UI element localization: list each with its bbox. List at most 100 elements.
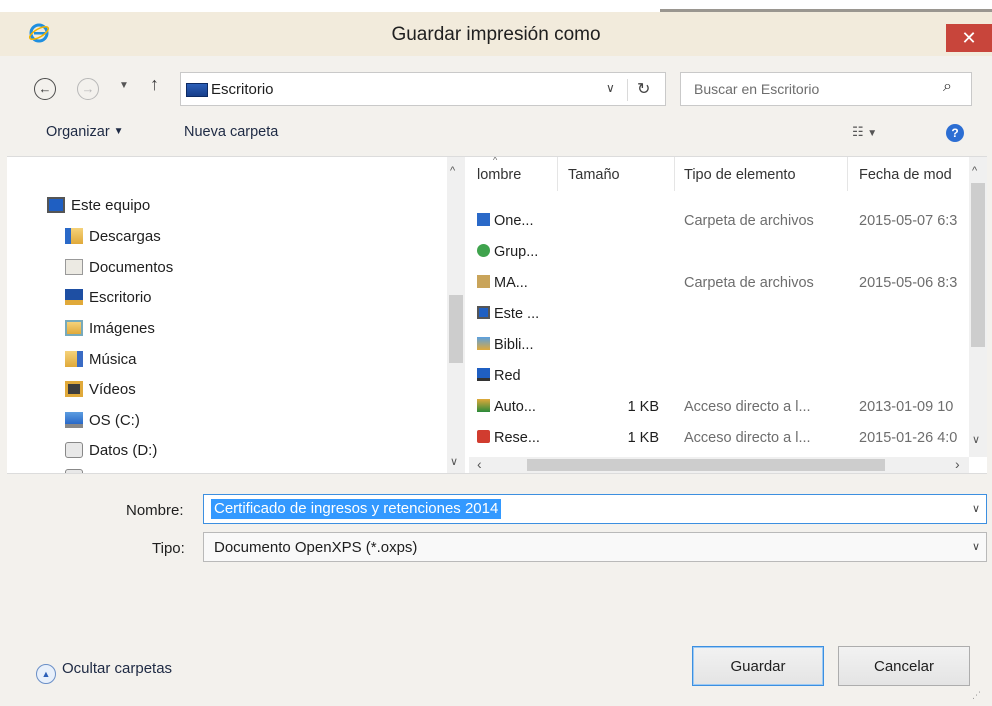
- network-icon: [477, 368, 490, 381]
- tree-item-documentos[interactable]: Documentos: [65, 255, 173, 281]
- file-name-field[interactable]: Certificado de ingresos y retenciones 20…: [203, 494, 987, 524]
- address-bar[interactable]: Escritorio ∨ ↻: [180, 72, 666, 106]
- list-item[interactable]: Bibli...: [469, 331, 969, 362]
- file-type-chevron-down-icon[interactable]: ∨: [972, 540, 980, 553]
- save-button[interactable]: Guardar: [692, 646, 824, 686]
- file-type-select[interactable]: Documento OpenXPS (*.oxps) ∨: [203, 532, 987, 562]
- desktop-location-icon: [186, 83, 208, 97]
- tree-item-datos-d[interactable]: Datos (D:): [65, 438, 157, 464]
- recent-locations-chevron-icon[interactable]: ▼: [119, 80, 129, 91]
- tree-item-imagenes[interactable]: Imágenes: [65, 316, 155, 342]
- column-header-date[interactable]: Fecha de mod: [859, 167, 952, 183]
- file-name: Auto...: [494, 399, 536, 415]
- hide-folders-button[interactable]: ▲ Ocultar carpetas: [36, 660, 172, 684]
- address-separator: [627, 79, 628, 101]
- downloads-folder-icon: [65, 228, 83, 244]
- title-bar[interactable]: Guardar impresión como ✕: [0, 12, 992, 56]
- scroll-right-arrow-icon[interactable]: ›: [955, 456, 960, 472]
- homegroup-icon: [477, 244, 490, 257]
- libraries-icon: [477, 337, 490, 350]
- list-item[interactable]: One... Carpeta de archivos 2015-05-07 6:3: [469, 207, 969, 238]
- column-separator[interactable]: [847, 157, 848, 191]
- save-dialog: Guardar impresión como ✕ ← → ▼ ↑ Escrito…: [0, 0, 992, 706]
- chevron-up-circle-icon: ▲: [36, 664, 56, 684]
- drive-icon: [65, 442, 83, 458]
- organize-button[interactable]: Organizar ▼: [46, 124, 124, 140]
- file-type: Acceso directo a l...: [684, 399, 811, 415]
- type-label: Tipo:: [152, 540, 185, 557]
- tree-item-musica[interactable]: Música: [65, 347, 137, 373]
- column-separator[interactable]: [557, 157, 558, 191]
- list-item[interactable]: Rese... 1 KB Acceso directo a l... 2015-01-…: [469, 424, 969, 455]
- list-item[interactable]: Red: [469, 362, 969, 393]
- scroll-left-arrow-icon[interactable]: ‹: [477, 456, 482, 472]
- tree-item-label: Escritorio: [89, 289, 152, 306]
- file-list: ^ lombre Tamaño Tipo de elemento Fecha d…: [469, 157, 969, 457]
- close-button[interactable]: ✕: [946, 24, 992, 52]
- documents-folder-icon: [65, 259, 83, 275]
- scroll-up-arrow-icon[interactable]: ^: [972, 165, 977, 177]
- up-arrow-icon[interactable]: ↑: [150, 74, 159, 95]
- view-chevron-icon: ▼: [867, 128, 878, 139]
- file-name: Este ...: [494, 306, 540, 322]
- file-list-scroll-thumb[interactable]: [971, 183, 985, 347]
- navigation-tree: Este equipo Descargas Documentos Escrito…: [7, 157, 447, 473]
- file-name: Bibli...: [494, 337, 534, 353]
- drive-icon: [65, 469, 83, 473]
- list-item[interactable]: Este ...: [469, 300, 969, 331]
- cancel-button[interactable]: Cancelar: [838, 646, 970, 686]
- music-folder-icon: [65, 351, 83, 367]
- list-item[interactable]: MA... Carpeta de archivos 2015-05-06 8:3: [469, 269, 969, 300]
- tree-item-este-equipo[interactable]: Este equipo: [47, 193, 150, 219]
- scroll-up-arrow-icon[interactable]: ^: [450, 165, 455, 177]
- onedrive-folder-icon: [477, 213, 490, 226]
- forward-button[interactable]: →: [77, 78, 99, 100]
- file-size: 1 KB: [627, 430, 659, 446]
- help-icon[interactable]: ?: [946, 124, 964, 142]
- refresh-icon[interactable]: ↻: [637, 79, 650, 99]
- file-type: Acceso directo a l...: [684, 430, 811, 446]
- new-folder-button[interactable]: Nueva carpeta: [184, 124, 278, 140]
- tree-item-os-c[interactable]: OS (C:): [65, 408, 140, 434]
- file-size: 1 KB: [627, 399, 659, 415]
- file-list-hscrollbar[interactable]: ‹ ›: [469, 456, 969, 473]
- search-input[interactable]: [681, 73, 931, 105]
- file-list-hscroll-thumb[interactable]: [527, 459, 885, 471]
- window-title: Guardar impresión como: [391, 24, 601, 45]
- tree-item-cut-off: [65, 465, 89, 473]
- search-box[interactable]: ⌕: [680, 72, 972, 106]
- list-item[interactable]: Auto... 1 KB Acceso directo a l... 2013-01-…: [469, 393, 969, 424]
- column-header-type[interactable]: Tipo de elemento: [684, 167, 796, 183]
- shortcut-icon: [477, 399, 490, 412]
- back-button[interactable]: ←: [34, 78, 56, 100]
- file-date: 2015-05-06 8:3: [859, 275, 958, 291]
- list-item[interactable]: Grup...: [469, 238, 969, 269]
- address-row: ← → ▼ ↑ Escritorio ∨ ↻ ⌕: [0, 56, 992, 112]
- search-icon[interactable]: ⌕: [943, 78, 952, 96]
- scroll-down-arrow-icon[interactable]: ∨: [972, 433, 980, 446]
- os-drive-icon: [65, 412, 83, 428]
- file-type: Carpeta de archivos: [684, 213, 814, 229]
- tree-item-videos[interactable]: Vídeos: [65, 377, 136, 403]
- desktop-folder-icon: [65, 289, 83, 305]
- tree-scroll-thumb[interactable]: [449, 295, 463, 363]
- tree-item-label: Vídeos: [89, 381, 136, 398]
- resize-grip-icon[interactable]: ⋰: [972, 690, 981, 701]
- tree-item-label: Documentos: [89, 259, 174, 276]
- address-dropdown-chevron-icon[interactable]: ∨: [606, 81, 615, 95]
- file-name-dropdown-chevron-icon[interactable]: ∨: [972, 502, 980, 515]
- tree-item-escritorio[interactable]: Escritorio: [65, 285, 152, 311]
- tree-scrollbar[interactable]: ^ ∨: [447, 157, 465, 473]
- column-header-size[interactable]: Tamaño: [568, 167, 620, 183]
- change-view-button[interactable]: ☷ ▼: [852, 124, 877, 140]
- file-list-scrollbar[interactable]: ^ ∨: [969, 157, 987, 457]
- name-label: Nombre:: [126, 502, 184, 519]
- column-separator[interactable]: [674, 157, 675, 191]
- file-name-value[interactable]: Certificado de ingresos y retenciones 20…: [211, 499, 502, 519]
- column-header-name[interactable]: lombre: [477, 167, 521, 183]
- sort-arrow-icon: ^: [493, 157, 498, 165]
- file-type: Carpeta de archivos: [684, 275, 814, 291]
- tree-item-descargas[interactable]: Descargas: [65, 224, 161, 250]
- scroll-down-arrow-icon[interactable]: ∨: [450, 455, 458, 468]
- shortcut-red-icon: [477, 430, 490, 443]
